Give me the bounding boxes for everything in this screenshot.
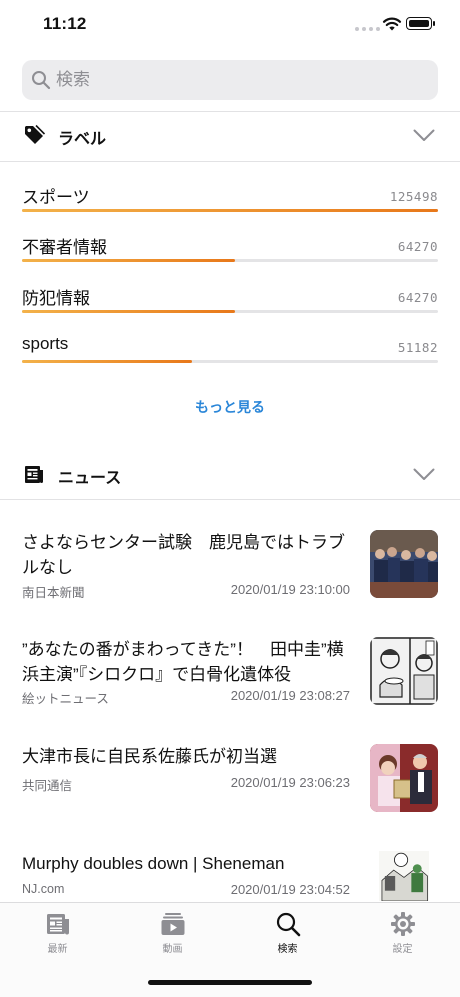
label-count: 125498 [389, 189, 438, 204]
tab-latest[interactable]: 最新 [0, 911, 115, 961]
label-name: 防犯情報 [22, 289, 90, 308]
news-date: 2020/01/19 23:06:23 [230, 775, 350, 790]
label-count: 64270 [397, 290, 438, 305]
label-name: スポーツ [22, 188, 90, 207]
status-time: 11:12 [43, 14, 87, 33]
chevron-down-icon[interactable] [413, 129, 435, 142]
gear-icon [390, 912, 415, 936]
tab-label: 設定 [392, 944, 413, 955]
search-icon [32, 71, 51, 90]
label-item[interactable]: 不審者情報 64270 [22, 233, 438, 273]
newspaper-icon [46, 914, 69, 935]
wifi-icon [382, 17, 402, 31]
battery-icon [406, 17, 435, 30]
search-icon [276, 912, 300, 937]
news-item[interactable]: 大津市長に自民系佐藤氏が初当選 共同通信 2020/01/19 23:06:23 [22, 744, 438, 820]
label-item[interactable]: 防犯情報 64270 [22, 284, 438, 324]
news-date: 2020/01/19 23:10:00 [230, 582, 350, 597]
label-bar [22, 259, 235, 262]
news-title: 大津市長に自民系佐藤氏が初当選 [22, 747, 277, 766]
news-thumbnail [370, 744, 438, 812]
status-bar: 11:12 [0, 0, 460, 50]
news-item[interactable]: さよならセンター試験 鹿児島ではトラブルなし 南日本新聞 2020/01/19 … [22, 530, 438, 606]
label-name: sports [22, 334, 69, 353]
news-title: ”あなたの番がまわってきた”！ 田中圭”横浜主演”『シロクロ』で白骨化遺体役 [22, 640, 344, 684]
label-bar [22, 209, 438, 212]
news-source: NJ.com [22, 882, 65, 896]
news-source: 共同通信 [22, 779, 73, 793]
label-item[interactable]: sports 51182 [22, 334, 438, 374]
news-date: 2020/01/19 23:04:52 [230, 882, 350, 897]
signal-icon [355, 27, 380, 31]
news-section-title: ニュース [58, 470, 122, 487]
label-count: 64270 [397, 239, 438, 254]
search-input[interactable] [56, 60, 426, 100]
label-bar-track [22, 360, 438, 363]
label-item[interactable]: スポーツ 125498 [22, 183, 438, 223]
label-bar [22, 310, 235, 313]
tab-label: 最新 [47, 944, 68, 955]
tag-icon [25, 124, 45, 144]
news-title: Murphy doubles down | Sheneman [22, 854, 285, 873]
search-bar[interactable] [22, 60, 438, 100]
tab-search[interactable]: 検索 [230, 911, 345, 961]
label-bar-track [22, 310, 438, 313]
news-section-header[interactable]: ニュース [0, 450, 460, 500]
news-thumbnail [379, 851, 429, 901]
video-icon [161, 913, 184, 935]
labels-section-title: ラベル [58, 131, 107, 148]
more-button[interactable]: もっと見る [0, 397, 460, 417]
label-bar-track [22, 259, 438, 262]
label-count: 51182 [397, 340, 438, 355]
labels-section-header[interactable]: ラベル [0, 111, 460, 161]
news-thumbnail [370, 530, 438, 598]
label-bar-track [22, 209, 438, 212]
news-date: 2020/01/19 23:08:27 [230, 688, 350, 703]
tab-label: 検索 [277, 944, 298, 955]
home-indicator [148, 980, 312, 985]
chevron-down-icon[interactable] [413, 468, 435, 481]
label-bar [22, 360, 192, 363]
newspaper-icon [25, 466, 43, 483]
news-thumbnail [370, 637, 438, 705]
news-item[interactable]: ”あなたの番がまわってきた”！ 田中圭”横浜主演”『シロクロ』で白骨化遺体役 絵… [22, 637, 438, 713]
divider [0, 161, 460, 162]
tab-settings[interactable]: 設定 [345, 911, 460, 961]
label-name: 不審者情報 [22, 238, 107, 257]
tab-label: 動画 [162, 944, 183, 955]
news-source: 絵ットニュース [22, 692, 109, 706]
tab-video[interactable]: 動画 [115, 911, 230, 961]
news-source: 南日本新聞 [22, 586, 85, 600]
news-title: さよならセンター試験 鹿児島ではトラブルなし [22, 533, 345, 577]
divider [0, 499, 460, 500]
